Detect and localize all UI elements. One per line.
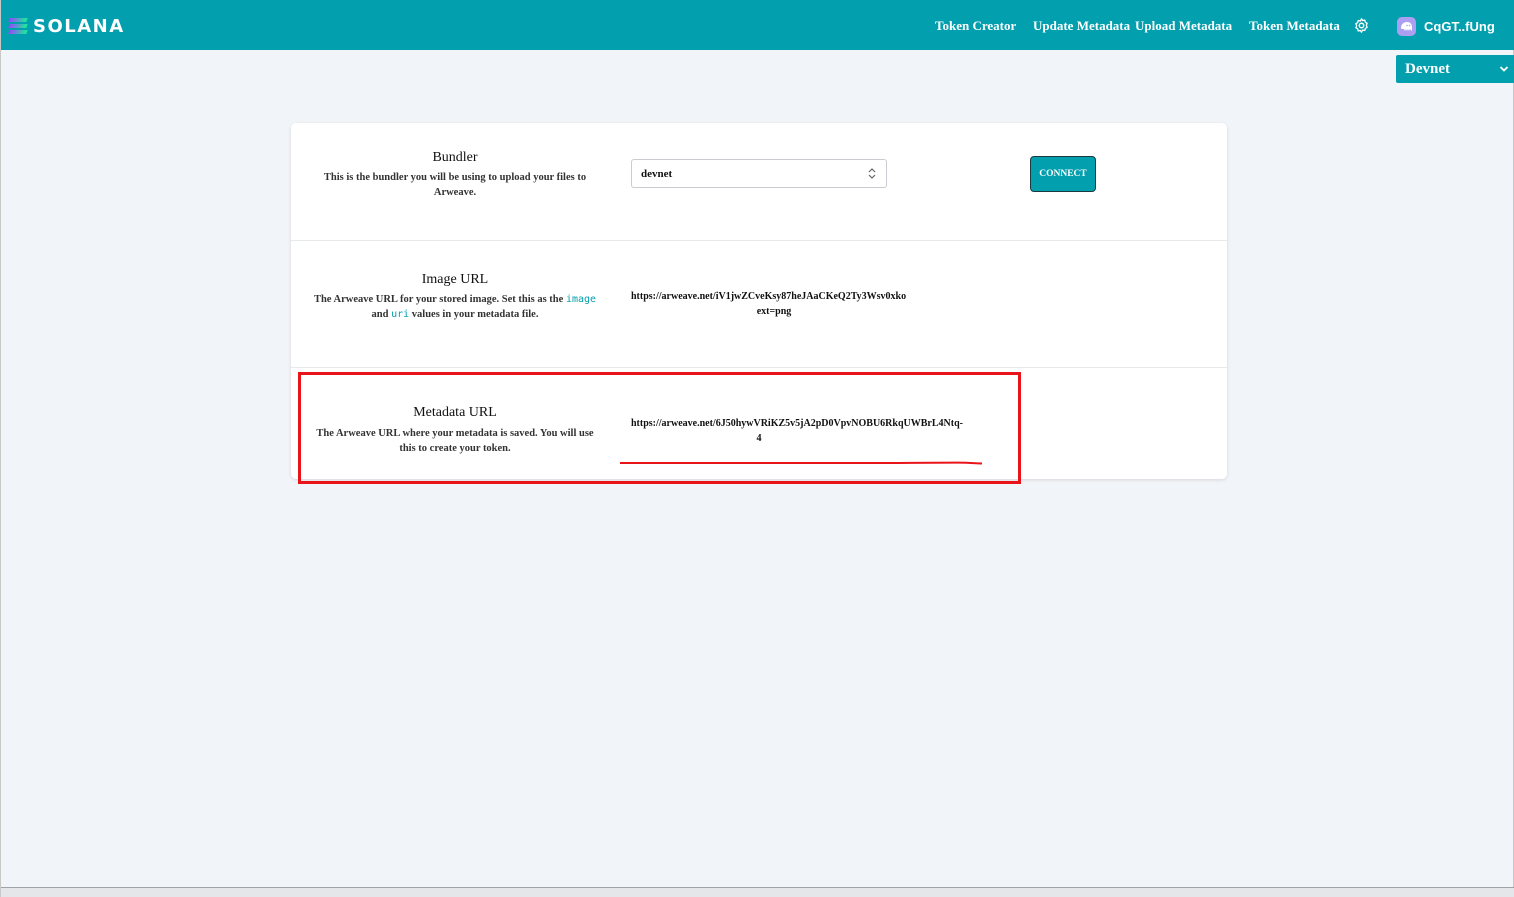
bundler-description: This is the bundler you will be using to… xyxy=(323,172,587,198)
metadata-url-title: Metadata URL xyxy=(413,405,497,420)
select-updown-icon xyxy=(868,168,876,179)
metadata-url-row: Metadata URL The Arweave URL where your … xyxy=(291,368,1227,479)
image-url-desc-text-3: values in your metadata file. xyxy=(409,309,539,320)
network-select[interactable]: Devnet xyxy=(1396,55,1514,83)
image-url-value[interactable]: https://arweave.net/iV1jwZCveKsy87heJAaC… xyxy=(631,289,987,319)
bundler-title: Bundler xyxy=(432,150,478,165)
brand-name: SOLANA xyxy=(33,15,125,37)
image-url-row: Image URL The Arweave URL for your store… xyxy=(291,241,1227,368)
metadata-url-line-2: 4 xyxy=(756,433,762,444)
metadata-url-value[interactable]: https://arweave.net/6J50hywVRiKZ5v5jA2pD… xyxy=(631,416,987,446)
nav-token-metadata[interactable]: Token Metadata xyxy=(1249,18,1340,34)
bottom-scrollbar[interactable] xyxy=(1,887,1514,897)
image-url-desc-text-2: and xyxy=(371,309,392,320)
bundler-select-value: devnet xyxy=(641,167,673,180)
image-code-keyword: image xyxy=(565,294,597,305)
image-url-description: The Arweave URL for your stored image. S… xyxy=(311,292,599,322)
uri-code-keyword: uri xyxy=(391,309,410,320)
image-url-line-1: https://arweave.net/iV1jwZCveKsy87heJAaC… xyxy=(631,291,907,302)
metadata-url-line-1: https://arweave.net/6J50hywVRiKZ5v5jA2pD… xyxy=(631,418,963,429)
metadata-url-description: The Arweave URL where your metadata is s… xyxy=(316,428,594,454)
bundler-row: Bundler This is the bundler you will be … xyxy=(291,123,1227,241)
solana-logo-icon xyxy=(8,18,28,34)
image-url-line-2: ext=png xyxy=(756,306,792,317)
bundler-select[interactable]: devnet xyxy=(631,159,887,188)
wallet-button[interactable]: CqGT..fUng xyxy=(1397,16,1495,36)
gear-icon[interactable] xyxy=(1353,17,1370,34)
image-url-desc-text-1: The Arweave URL for your stored image. S… xyxy=(313,294,566,305)
connect-button[interactable]: CONNECT xyxy=(1030,156,1096,192)
nav-upload-metadata[interactable]: Upload Metadata xyxy=(1135,18,1232,34)
network-selected-value: Devnet xyxy=(1405,60,1450,77)
solana-logo[interactable]: SOLANA xyxy=(8,15,125,37)
top-navbar: SOLANA Token Creator Update Metadata Upl… xyxy=(1,0,1514,50)
wallet-address: CqGT..fUng xyxy=(1424,18,1495,34)
phantom-wallet-icon xyxy=(1397,16,1416,36)
upload-result-card: Bundler This is the bundler you will be … xyxy=(291,123,1227,479)
nav-token-creator[interactable]: Token Creator xyxy=(935,18,1016,34)
image-url-title: Image URL xyxy=(421,272,489,287)
chevron-down-icon xyxy=(1499,66,1509,72)
nav-update-metadata[interactable]: Update Metadata xyxy=(1033,18,1130,34)
